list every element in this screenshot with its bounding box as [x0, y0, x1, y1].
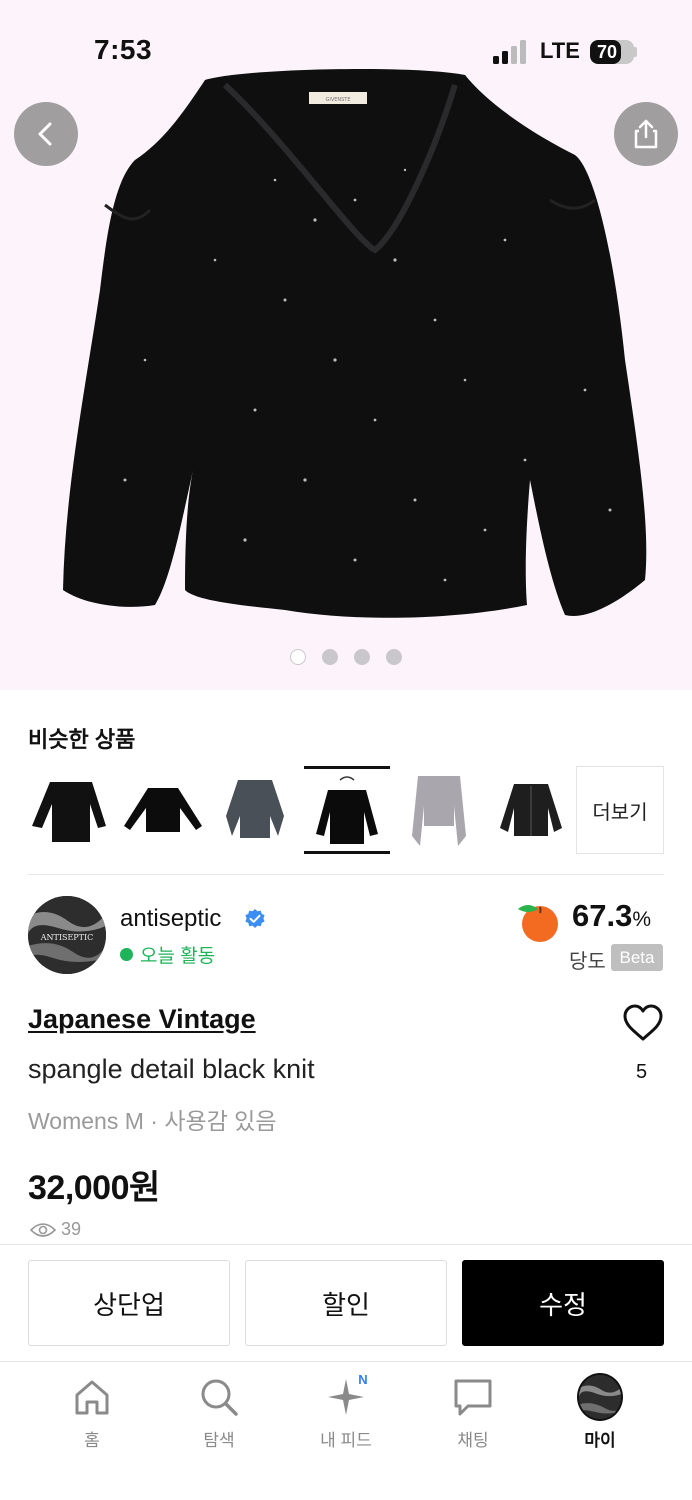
similar-product-thumb[interactable] [212, 766, 298, 854]
clock: 7:53 [94, 34, 153, 65]
back-button[interactable] [14, 102, 78, 166]
tab-label: 탐색 [203, 1431, 235, 1450]
product-meta: Womens M · 사용감 있음 [28, 1108, 277, 1134]
divider [28, 874, 664, 875]
tab-my[interactable]: 마이 [550, 1373, 650, 1474]
discount-button[interactable]: 할인 [245, 1260, 447, 1346]
view-count: 39 [30, 1219, 81, 1240]
product-thumbnail [226, 780, 284, 838]
sweetness-label: 당도 [569, 951, 606, 973]
my-avatar [577, 1373, 623, 1421]
search-icon [201, 1379, 238, 1416]
avatar-text: ANTISEPTIC [40, 933, 94, 942]
tab-label: 채팅 [457, 1431, 489, 1450]
brand-link[interactable]: Japanese Vintage [28, 1004, 256, 1035]
similar-product-thumb[interactable] [120, 766, 206, 854]
eye-icon [30, 1222, 56, 1237]
heart-icon[interactable] [622, 1004, 664, 1042]
product-thumbnail [412, 776, 466, 846]
product-photo: GIVENSTE [63, 68, 647, 618]
home-icon [75, 1380, 109, 1415]
tab-label: 홈 [84, 1431, 100, 1450]
seller-avatar[interactable]: ANTISEPTIC [28, 896, 106, 974]
similar-product-thumb-selected[interactable] [304, 766, 390, 854]
tab-label: 내 피드 [320, 1431, 372, 1450]
sweetness-unit: % [632, 908, 652, 931]
network-label: LTE [540, 38, 580, 63]
tab-home[interactable]: 홈 [42, 1374, 142, 1474]
activity-text: 오늘 활동 [140, 946, 216, 967]
new-badge: N [353, 1370, 373, 1390]
share-button[interactable] [614, 102, 678, 166]
product-price: 32,000원 [28, 1169, 160, 1207]
signal-icon [493, 40, 526, 64]
tab-label: 마이 [584, 1431, 616, 1450]
tab-feed[interactable]: N 내 피드 [296, 1370, 396, 1474]
product-thumbnail [32, 782, 106, 842]
battery-level: 70 [596, 42, 618, 62]
pagination-dot[interactable] [290, 649, 306, 665]
battery-icon: 70 [590, 40, 634, 64]
product-title: spangle detail black knit [28, 1054, 315, 1084]
seller-activity-status: 오늘 활동 [120, 941, 215, 968]
tab-chat[interactable]: 채팅 [423, 1374, 523, 1474]
share-icon [634, 119, 658, 149]
pagination-dot[interactable] [354, 649, 370, 665]
similar-products-title: 비슷한 상품 [28, 727, 136, 752]
status-bar: 7:53 LTE 70 [0, 0, 692, 100]
avatar-image [579, 1375, 621, 1419]
product-thumbnail [500, 784, 562, 836]
product-thumbnail [124, 788, 202, 832]
sweetness-score: 67.3% [572, 898, 651, 934]
tab-search[interactable]: 탐색 [169, 1374, 269, 1474]
beta-badge: Beta [611, 944, 663, 971]
verified-badge-icon [245, 909, 265, 928]
seller-avatar-image: ANTISEPTIC [28, 896, 106, 974]
pagination-dot[interactable] [386, 649, 402, 665]
similar-product-thumb[interactable] [396, 766, 482, 854]
seller-name[interactable]: antiseptic [120, 905, 221, 933]
similar-product-thumb[interactable] [28, 766, 114, 854]
chat-icon [454, 1379, 492, 1416]
chevron-left-icon [38, 122, 52, 146]
more-similar-button[interactable]: 더보기 [576, 766, 664, 854]
product-thumbnail [316, 776, 378, 844]
bump-button[interactable]: 상단업 [28, 1260, 230, 1346]
bottom-tab-bar: 홈 탐색 N 내 피드 채팅 마이 [0, 1362, 692, 1500]
sweetness-number: 67.3 [572, 898, 633, 933]
similar-products-list: 더보기 [28, 766, 668, 854]
online-dot-icon [120, 948, 133, 961]
gallery-pagination [290, 649, 402, 665]
similar-product-thumb[interactable] [488, 766, 574, 854]
pagination-dot[interactable] [322, 649, 338, 665]
like-count: 5 [636, 1061, 648, 1083]
edit-button[interactable]: 수정 [462, 1260, 664, 1346]
product-image-gallery[interactable]: GIVENSTE 7:53 LTE 70 [0, 0, 692, 690]
action-bar: 상단업 할인 수정 [0, 1244, 692, 1362]
peach-icon [518, 905, 558, 942]
view-count-value: 39 [61, 1219, 82, 1239]
battery-nub [634, 47, 637, 57]
